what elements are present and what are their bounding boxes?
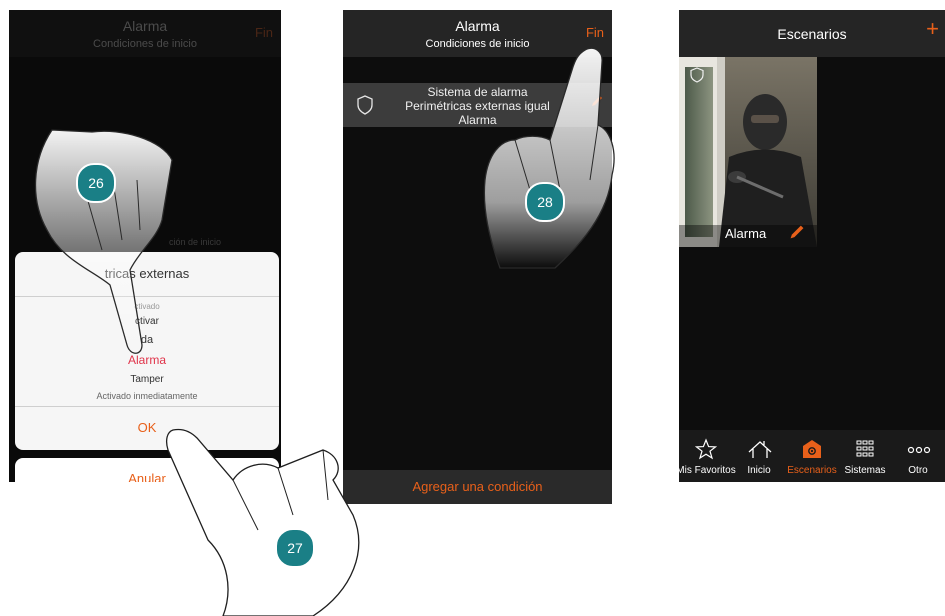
hand-pointer-illustration [166,428,360,616]
tab-systems[interactable]: Sistemas [838,430,892,482]
scenario-tile[interactable]: Alarma [679,57,817,247]
shield-icon [357,95,373,115]
tab-scenarios[interactable]: Escenarios [785,430,839,482]
hand-pointer-illustration [483,47,615,269]
fin-button[interactable]: Fin [586,25,604,40]
shield-icon [690,67,704,83]
grid-icon [856,440,874,457]
tab-favorites[interactable]: Mis Favoritos [679,430,736,482]
divider [15,406,279,407]
hand-pointer-illustration [34,129,173,354]
header-title: Escenarios [777,26,847,42]
header: Escenarios + [679,10,945,57]
tab-label: Otro [908,465,928,476]
option-item[interactable]: Tamper [15,374,279,385]
tab-home[interactable]: Inicio [732,430,786,482]
scenario-icon [803,440,821,458]
star-icon [694,438,718,460]
header-title: Alarma [455,18,500,34]
step-badge: 27 [275,528,315,568]
home-icon [748,441,772,458]
header: Alarma Condiciones de inicio Fin [9,10,281,57]
screen-scenarios: Escenarios + Alarma Mis Favoritos Inicio… [679,10,945,482]
header-title: Alarma [122,18,168,34]
tab-more[interactable]: Otro [891,430,945,482]
burglar-photo [679,57,817,247]
bottom-tab-bar: Mis Favoritos Inicio Escenarios Sistemas… [679,430,945,482]
fin-button[interactable]: Fin [255,25,273,40]
option-item[interactable]: Activado inmediatamente [15,391,279,401]
step-badge: 28 [525,182,565,222]
header-subtitle: Condiciones de inicio [93,38,197,50]
add-condition-button[interactable]: Agregar una condición [343,470,612,504]
scenario-name: Alarma [725,226,767,241]
pencil-icon[interactable] [788,223,806,241]
more-icon [907,446,931,454]
add-button[interactable]: + [926,18,939,40]
step-badge: 26 [76,163,116,203]
